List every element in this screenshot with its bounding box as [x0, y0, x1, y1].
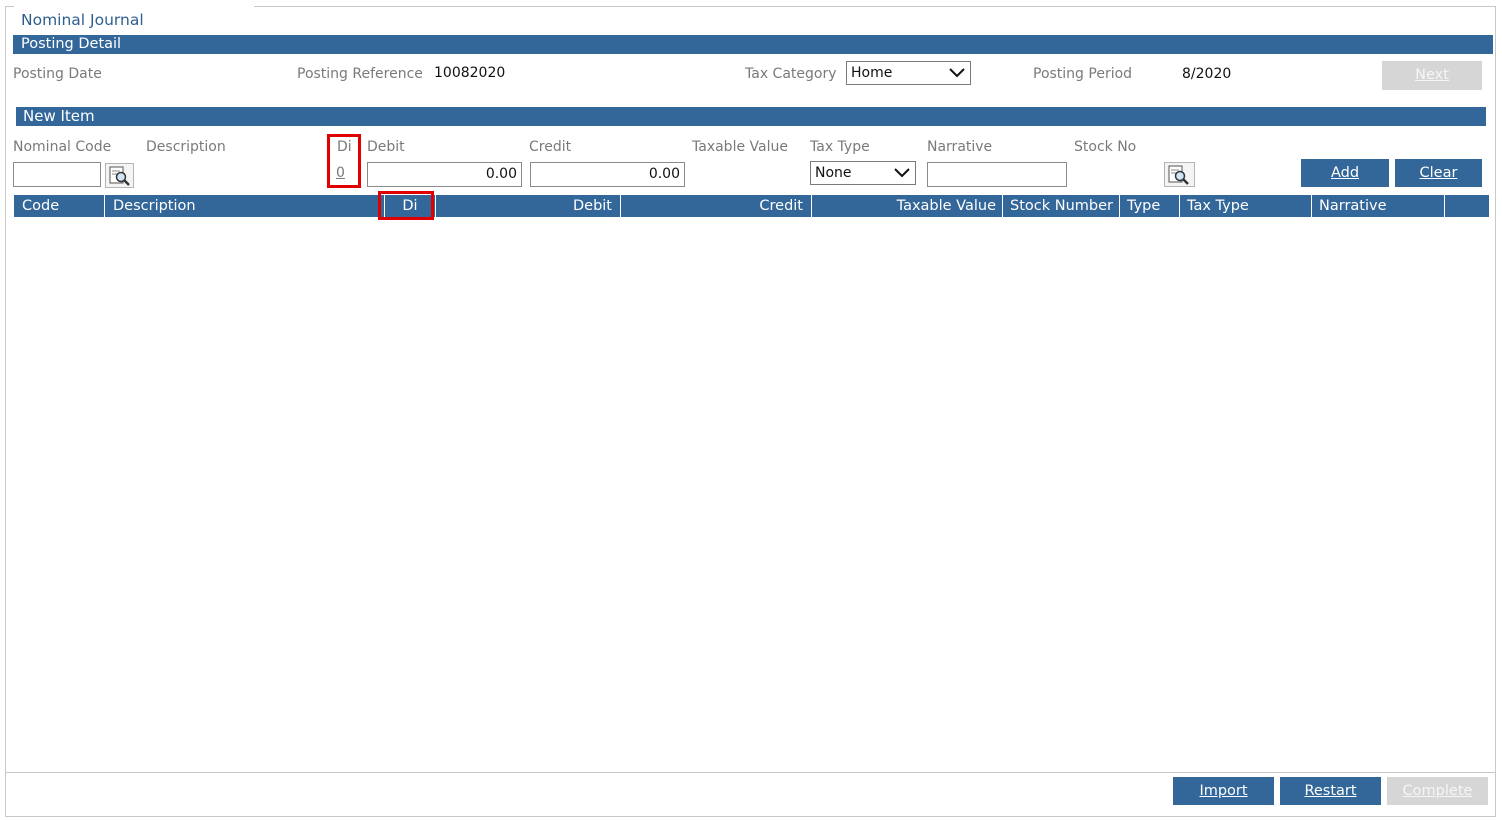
restart-button[interactable]: Restart	[1280, 777, 1381, 805]
column-code[interactable]: Code	[14, 195, 105, 217]
column-credit[interactable]: Credit	[621, 195, 812, 217]
di-field-highlight	[327, 134, 361, 188]
column-debit[interactable]: Debit	[436, 195, 621, 217]
stock-no-label: Stock No	[1074, 139, 1137, 155]
page-title: Nominal Journal	[14, 6, 254, 32]
next-button[interactable]: Next	[1382, 61, 1482, 90]
complete-button[interactable]: Complete	[1387, 777, 1488, 805]
narrative-input[interactable]	[927, 162, 1067, 187]
lookup-icon	[1168, 165, 1189, 185]
items-grid-header: Code Description Di Debit Credit Taxable…	[14, 195, 1489, 217]
new-item-header: New Item	[16, 107, 1486, 126]
tax-category-label: Tax Category	[745, 66, 837, 82]
lookup-icon	[109, 166, 130, 186]
column-type[interactable]: Type	[1120, 195, 1180, 217]
credit-input[interactable]: 0.00	[530, 162, 685, 187]
footer-divider	[6, 772, 1495, 773]
description-label: Description	[146, 139, 226, 155]
column-stock-number[interactable]: Stock Number	[1003, 195, 1120, 217]
tax-type-label: Tax Type	[810, 139, 870, 155]
tax-category-select[interactable]: Home	[846, 61, 971, 85]
tax-type-select[interactable]: None	[810, 161, 916, 185]
debit-label: Debit	[367, 139, 405, 155]
taxable-value-label: Taxable Value	[692, 139, 788, 155]
posting-reference-value: 10082020	[434, 65, 506, 81]
posting-period-label: Posting Period	[1033, 66, 1133, 82]
posting-date-label: Posting Date	[13, 66, 102, 82]
di-column-highlight	[378, 191, 434, 220]
tax-category-value: Home	[851, 65, 893, 81]
clear-button[interactable]: Clear	[1395, 159, 1482, 187]
add-button[interactable]: Add	[1301, 159, 1389, 187]
debit-input[interactable]: 0.00	[367, 162, 522, 187]
credit-label: Credit	[529, 139, 572, 155]
nominal-code-label: Nominal Code	[13, 139, 112, 155]
tax-type-value: None	[815, 165, 852, 181]
chevron-down-icon	[949, 68, 965, 78]
column-description[interactable]: Description	[105, 195, 385, 217]
posting-reference-label: Posting Reference	[297, 66, 423, 82]
column-narrative[interactable]: Narrative	[1312, 195, 1445, 217]
narrative-label: Narrative	[927, 139, 993, 155]
posting-detail-header: Posting Detail	[13, 35, 1493, 54]
column-tax-type[interactable]: Tax Type	[1180, 195, 1312, 217]
nominal-journal-panel: Nominal Journal Posting Detail Posting D…	[5, 6, 1496, 817]
column-taxable-value[interactable]: Taxable Value	[812, 195, 1003, 217]
import-button[interactable]: Import	[1173, 777, 1274, 805]
nominal-code-input[interactable]	[13, 162, 101, 187]
stock-lookup-button[interactable]	[1164, 162, 1195, 187]
posting-period-value: 8/2020	[1182, 66, 1232, 82]
chevron-down-icon	[894, 168, 910, 178]
nominal-lookup-button[interactable]	[105, 163, 134, 188]
